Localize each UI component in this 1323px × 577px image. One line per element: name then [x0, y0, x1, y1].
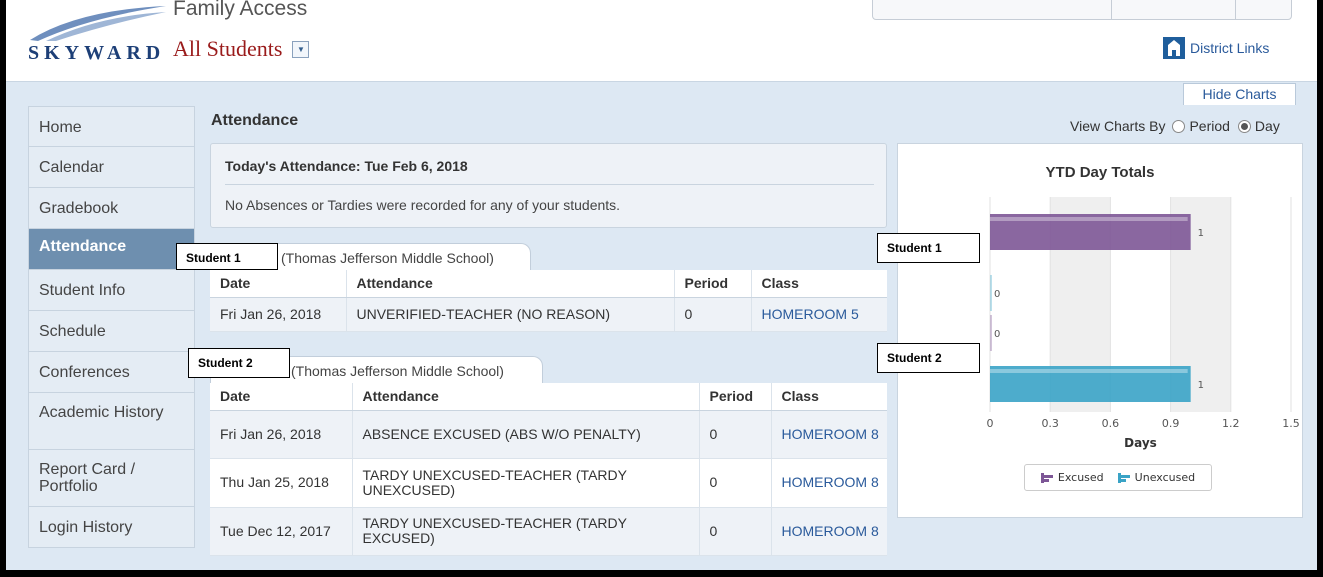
district-links-button[interactable]: District Links	[1163, 37, 1269, 59]
column-header-date[interactable]: Date	[210, 270, 346, 298]
student-selector-value: All Students	[173, 36, 283, 61]
sidebar-item-attendance[interactable]: Attendance	[28, 229, 195, 270]
unexcused-legend-icon	[1117, 472, 1130, 483]
data-label: 1	[1198, 380, 1204, 391]
chart-student-2-label: Student 2	[877, 343, 980, 373]
header: SKYWARD Family Access All Students ▼ Dis…	[6, 0, 1317, 82]
chart-panel: YTD Day Totals 0 0.3 0.6 0.9 1.2 1.5 Days 1 0 0 1 …	[897, 143, 1303, 518]
period-radio[interactable]	[1172, 119, 1186, 133]
x-tick-label: 1.2	[1222, 417, 1240, 430]
day-radio-label[interactable]: Day	[1255, 118, 1280, 134]
skyward-swoosh-icon	[30, 6, 166, 41]
district-links-label: District Links	[1190, 40, 1270, 56]
hide-charts-tab[interactable]: Hide Charts	[1183, 83, 1296, 105]
sidebar-item-calendar[interactable]: Calendar	[28, 147, 195, 188]
x-tick-label: 0.9	[1162, 417, 1180, 430]
cell-attendance: ABSENCE EXCUSED (ABS W/O PENALTY)	[351, 410, 699, 459]
period-radio-label[interactable]: Period	[1189, 118, 1229, 134]
student-1-school: (Thomas Jefferson Middle School)	[281, 250, 494, 266]
sidebar-item-gradebook[interactable]: Gradebook	[28, 188, 195, 229]
app-title: Family Access	[173, 0, 308, 20]
column-header-date[interactable]: Date	[210, 383, 352, 411]
cell-period: 0	[698, 410, 771, 459]
todays-attendance-panel: Today's Attendance: Tue Feb 6, 2018 No A…	[210, 143, 887, 228]
column-header-period[interactable]: Period	[698, 383, 771, 411]
x-tick-label: 0	[987, 417, 994, 430]
building-icon	[1163, 37, 1185, 59]
column-header-class[interactable]: Class	[750, 270, 887, 298]
page-title: Attendance	[211, 112, 299, 129]
data-label: 0	[994, 329, 1000, 340]
column-header-attendance[interactable]: Attendance	[345, 270, 674, 298]
chevron-down-icon[interactable]: ▼	[292, 40, 310, 58]
sidebar-item-home[interactable]: Home	[28, 106, 195, 147]
view-charts-by: View Charts By Period Day	[1070, 118, 1280, 134]
student-selector[interactable]: All Students ▼	[173, 36, 310, 62]
sidebar-item-login-history[interactable]: Login History	[28, 507, 195, 548]
table-row: Fri Jan 26, 2018 UNVERIFIED-TEACHER (NO …	[210, 297, 887, 332]
x-tick-label: 0.3	[1041, 417, 1059, 430]
cell-attendance: TARDY UNEXCUSED-TEACHER (TARDY UNEXCUSED…	[351, 458, 699, 508]
cell-attendance: UNVERIFIED-TEACHER (NO REASON)	[345, 297, 674, 332]
column-header-attendance[interactable]: Attendance	[351, 383, 699, 411]
cell-date: Fri Jan 26, 2018	[210, 297, 346, 332]
cell-period: 0	[673, 297, 751, 332]
cell-period: 0	[698, 507, 771, 556]
cell-date: Thu Jan 25, 2018	[210, 458, 352, 508]
bar-highlight	[990, 217, 1188, 221]
chart-legend: Excused Unexcused	[1024, 464, 1212, 491]
class-link[interactable]: HOMEROOM 8	[770, 507, 887, 556]
top-toolbar	[872, 0, 1292, 20]
legend-item-excused[interactable]: Excused	[1040, 471, 1104, 484]
view-charts-by-label: View Charts By	[1070, 118, 1166, 134]
chart-student-1-label: Student 1	[877, 233, 980, 263]
x-tick-label: 0.6	[1102, 417, 1120, 430]
class-link[interactable]: HOMEROOM 8	[770, 458, 887, 508]
column-header-period[interactable]: Period	[673, 270, 751, 298]
table-row: Tue Dec 12, 2017 TARDY UNEXCUSED-TEACHER…	[210, 507, 887, 556]
excused-legend-icon	[1040, 472, 1053, 483]
bar-excused	[990, 315, 992, 351]
x-tick-label: 1.5	[1282, 417, 1300, 430]
ytd-day-totals-chart: 0 0.3 0.6 0.9 1.2 1.5 Days 1 0 0 1	[987, 197, 1300, 450]
table-row: Thu Jan 25, 2018 TARDY UNEXCUSED-TEACHER…	[210, 458, 887, 508]
column-header-class[interactable]: Class	[770, 383, 887, 411]
app-window: SKYWARD Family Access All Students ▼ Dis…	[6, 0, 1317, 570]
class-link[interactable]: HOMEROOM 5	[750, 297, 887, 332]
divider	[225, 184, 874, 185]
x-axis-label: Days	[1124, 436, 1157, 450]
bar-unexcused	[990, 275, 992, 311]
student-2-school: (Thomas Jefferson Middle School)	[291, 363, 504, 379]
student-2-attendance-table: Date Attendance Period Class Fri Jan 26,…	[210, 383, 887, 556]
student-2-label: Student 2	[188, 348, 290, 378]
sidebar-item-academic-history[interactable]: Academic History	[28, 393, 195, 450]
class-link[interactable]: HOMEROOM 8	[770, 410, 887, 459]
cell-date: Tue Dec 12, 2017	[210, 507, 352, 556]
todays-attendance-title: Today's Attendance: Tue Feb 6, 2018	[225, 158, 468, 174]
cell-period: 0	[698, 458, 771, 508]
sidebar-item-conferences[interactable]: Conferences	[28, 352, 195, 393]
todays-attendance-message: No Absences or Tardies were recorded for…	[225, 197, 621, 213]
skyward-logo[interactable]: SKYWARD	[28, 42, 165, 65]
data-label: 1	[1198, 228, 1204, 239]
legend-label-unexcused: Unexcused	[1134, 471, 1196, 484]
sidebar-item-student-info[interactable]: Student Info	[28, 270, 195, 311]
sidebar-nav: Home Calendar Gradebook Attendance Stude…	[28, 106, 195, 548]
student-1-label: Student 1	[176, 243, 278, 270]
sidebar-item-report-card[interactable]: Report Card / Portfolio	[28, 450, 195, 507]
cell-attendance: TARDY UNEXCUSED-TEACHER (TARDY EXCUSED)	[351, 507, 699, 556]
data-label: 0	[994, 289, 1000, 300]
table-row: Fri Jan 26, 2018 ABSENCE EXCUSED (ABS W/…	[210, 410, 887, 459]
bar-highlight	[990, 369, 1188, 373]
day-radio[interactable]	[1237, 119, 1251, 133]
cell-date: Fri Jan 26, 2018	[210, 410, 352, 459]
student-1-attendance-table: Date Attendance Period Class Fri Jan 26,…	[210, 270, 887, 332]
legend-item-unexcused[interactable]: Unexcused	[1117, 471, 1196, 484]
sidebar-item-schedule[interactable]: Schedule	[28, 311, 195, 352]
legend-label-excused: Excused	[1057, 471, 1104, 484]
